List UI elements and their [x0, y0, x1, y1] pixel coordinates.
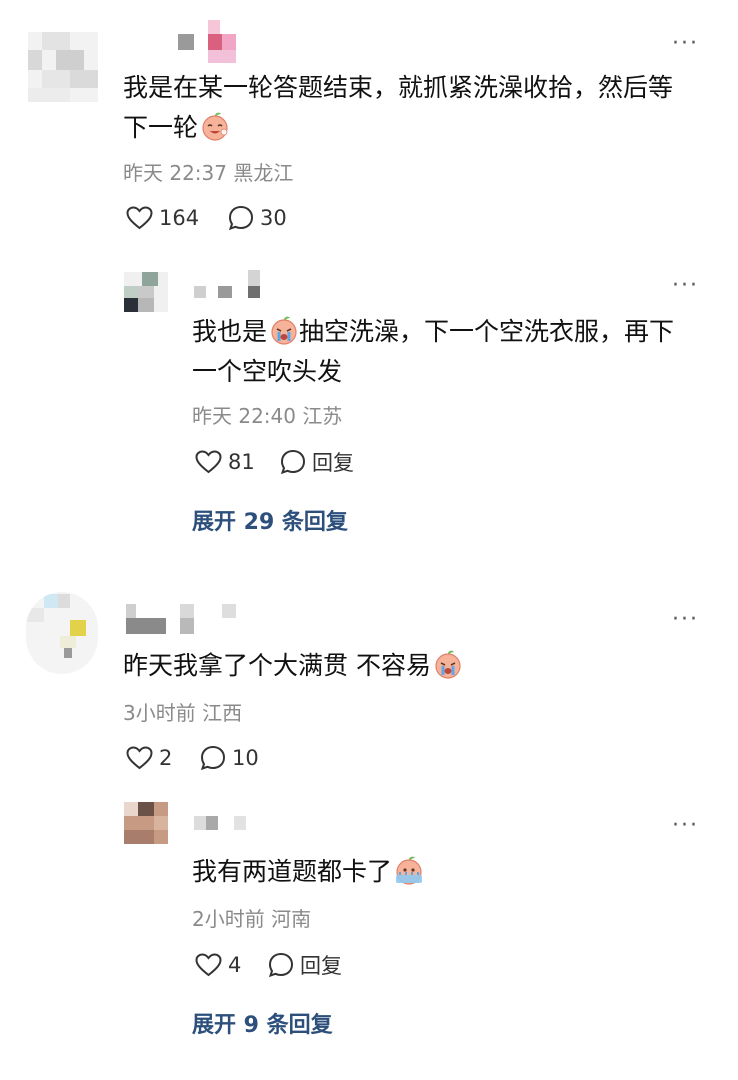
- comment-meta: 昨天 22:37 黑龙江: [123, 160, 293, 186]
- like-count: 2: [159, 746, 173, 770]
- reply-label: 回复: [300, 954, 342, 978]
- username[interactable]: [194, 814, 264, 836]
- username[interactable]: [194, 270, 274, 302]
- avatar[interactable]: [124, 802, 168, 844]
- more-options-icon[interactable]: ···: [672, 33, 699, 55]
- reply-label: 回复: [312, 451, 354, 475]
- peach-cry-emoji-icon: [271, 316, 297, 345]
- timestamp: 昨天 22:40: [192, 404, 296, 428]
- avatar[interactable]: [28, 32, 98, 102]
- heart-icon: [126, 746, 153, 770]
- timestamp: 2小时前: [192, 907, 265, 931]
- peach-cry-emoji-icon: [435, 650, 461, 679]
- timestamp: 3小时前: [123, 701, 196, 725]
- expand-replies-link[interactable]: 展开 9 条回复: [192, 1012, 333, 1040]
- comment-text: 我也是 抽空洗澡，下一个空洗衣服，再下 一个空吹头发: [192, 316, 675, 386]
- comment-text: 我有两道题都卡了: [192, 852, 712, 892]
- like-button[interactable]: 4: [195, 950, 241, 980]
- like-count: 4: [228, 953, 242, 977]
- location: 黑龙江: [233, 161, 294, 185]
- comment-meta: 3小时前 江西: [123, 700, 242, 726]
- more-options-icon[interactable]: ···: [672, 609, 699, 631]
- comment-text: 我是在某一轮答题结束，就抓紧洗澡收拾，然后等 下一轮: [123, 73, 674, 142]
- username[interactable]: [126, 604, 246, 636]
- username[interactable]: [178, 20, 248, 65]
- location: 江苏: [302, 404, 343, 428]
- reply-button[interactable]: 回复: [268, 950, 342, 980]
- location: 河南: [271, 907, 312, 931]
- expand-replies-link[interactable]: 展开 29 条回复: [192, 509, 348, 537]
- like-button[interactable]: 164: [126, 203, 199, 233]
- like-button[interactable]: 2: [126, 743, 172, 773]
- comment-text: 昨天我拿了个大满贯 不容易: [123, 646, 713, 686]
- comment-bubble-icon: [280, 449, 306, 475]
- like-count: 164: [159, 206, 200, 230]
- reply-button[interactable]: 30: [228, 203, 287, 233]
- comment-meta: 昨天 22:40 江苏: [192, 403, 342, 429]
- avatar[interactable]: [26, 592, 98, 674]
- more-options-icon[interactable]: ···: [672, 815, 699, 837]
- like-count: 81: [228, 450, 255, 474]
- heart-icon: [195, 953, 222, 977]
- comment-bubble-icon: [268, 952, 294, 978]
- reply-button[interactable]: 回复: [280, 447, 354, 477]
- comment-meta: 2小时前 河南: [192, 906, 311, 932]
- more-options-icon[interactable]: ···: [672, 275, 699, 297]
- heart-icon: [195, 450, 222, 474]
- reply-button[interactable]: 10: [200, 743, 259, 773]
- comment-bubble-icon: [228, 205, 254, 231]
- heart-icon: [126, 206, 153, 230]
- location: 江西: [202, 701, 243, 725]
- like-button[interactable]: 81: [195, 447, 255, 477]
- comment-bubble-icon: [200, 745, 226, 771]
- reply-count: 10: [232, 746, 259, 770]
- reply-count: 30: [260, 206, 287, 230]
- peach-sweat-emoji-icon: [396, 856, 423, 885]
- peach-laugh-emoji-icon: [202, 112, 228, 141]
- timestamp: 昨天 22:37: [123, 161, 227, 185]
- avatar[interactable]: [124, 272, 168, 312]
